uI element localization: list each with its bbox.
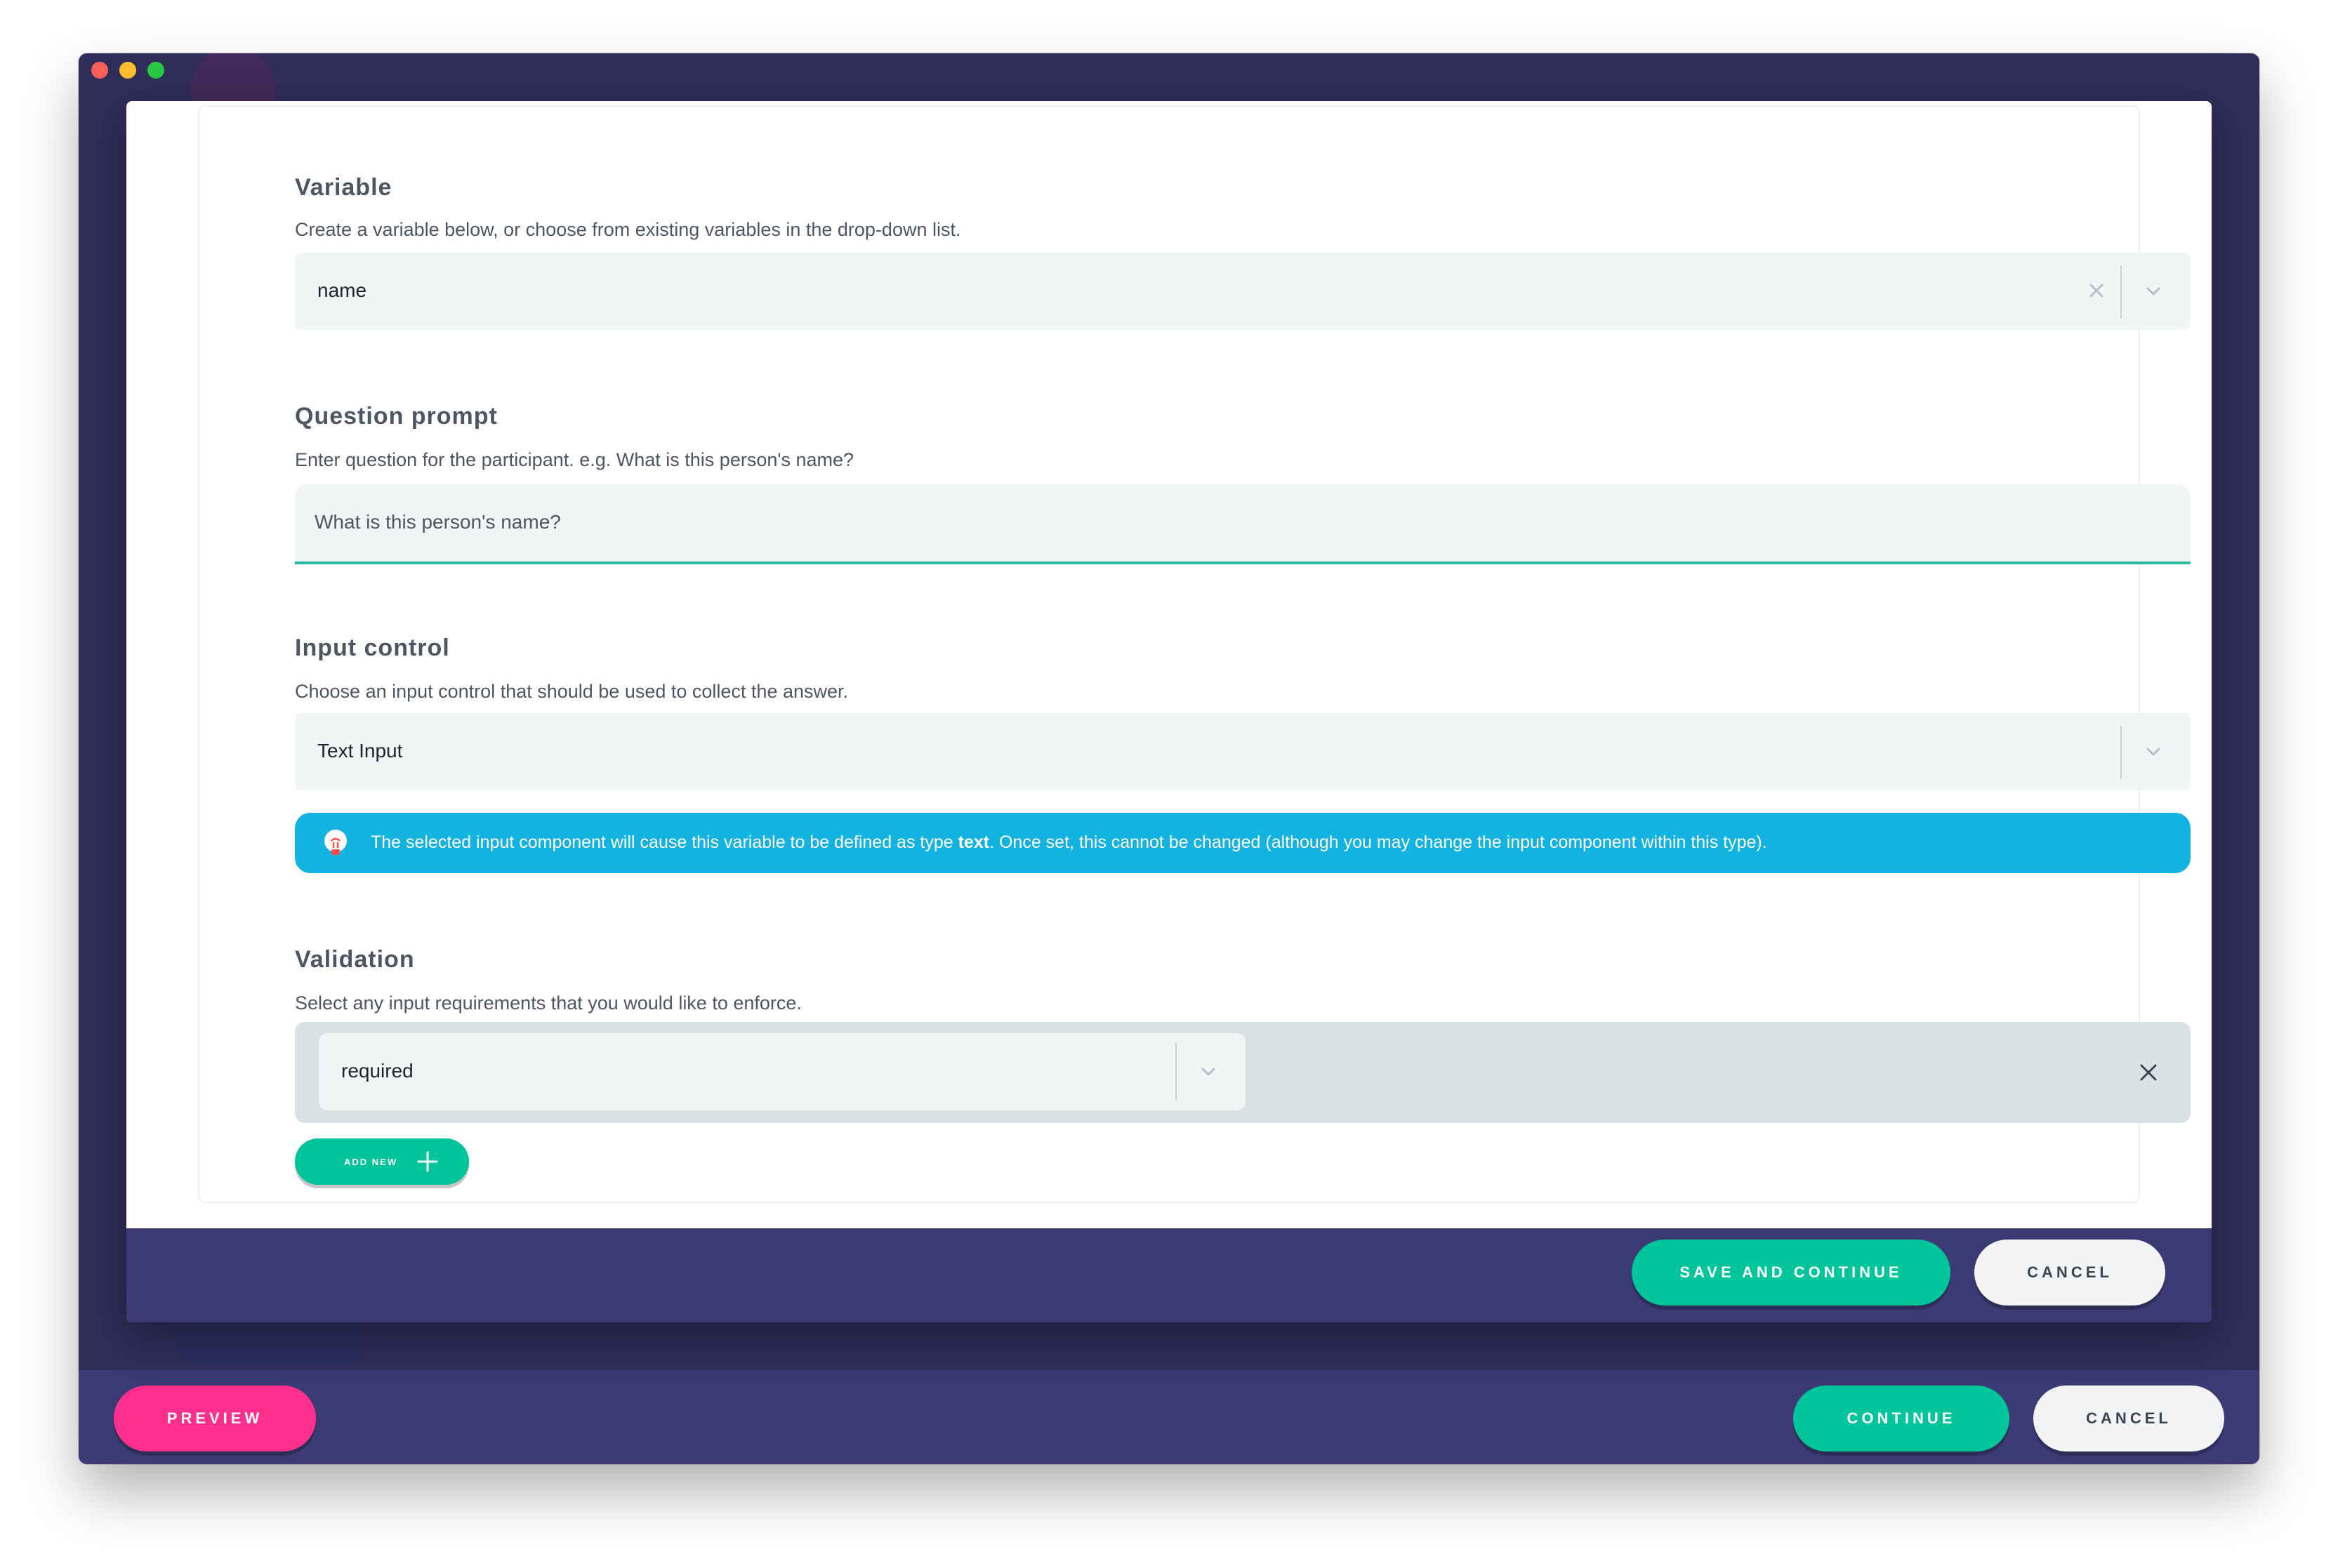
validation-rule-select[interactable]: required	[319, 1033, 1246, 1110]
chevron-down-icon[interactable]	[2144, 743, 2162, 761]
title-bar	[79, 53, 2259, 91]
minimize-window-button[interactable]	[119, 62, 136, 79]
validation-rule-row: required	[295, 1022, 2191, 1123]
cancel-button[interactable]: CANCEL	[2033, 1386, 2224, 1451]
maximize-window-button[interactable]	[147, 62, 164, 79]
variable-select[interactable]: name	[295, 253, 2191, 330]
select-separator	[1175, 1043, 1177, 1101]
edit-prompt-modal: Variable Create a variable below, or cho…	[126, 101, 2212, 1322]
modal-form-panel: Variable Create a variable below, or cho…	[198, 105, 2191, 1203]
input-control-title: Input control	[295, 634, 450, 661]
modal-cancel-button[interactable]: CANCEL	[1974, 1240, 2165, 1305]
input-control-description: Choose an input control that should be u…	[295, 681, 849, 702]
info-text-prefix: The selected input component will cause …	[371, 832, 958, 852]
continue-button[interactable]: CONTINUE	[1793, 1386, 2009, 1451]
chevron-down-icon[interactable]	[1199, 1063, 1217, 1081]
add-new-label: ADD NEW	[344, 1156, 398, 1167]
add-new-validation-button[interactable]: ADD NEW	[295, 1138, 469, 1185]
background-create-button	[177, 1317, 366, 1366]
clear-icon[interactable]	[2087, 281, 2106, 300]
validation-description: Select any input requirements that you w…	[295, 992, 802, 1014]
question-prompt-input[interactable]: What is this person's name?	[295, 484, 2191, 564]
variable-select-value: name	[317, 279, 367, 301]
question-prompt-title: Question prompt	[295, 403, 498, 430]
save-and-continue-button[interactable]: SAVE AND CONTINUE	[1632, 1240, 1950, 1305]
input-type-info-bar: The selected input component will cause …	[295, 813, 2191, 873]
info-text-suffix: . Once set, this cannot be changed (alth…	[989, 832, 1767, 852]
question-prompt-value: What is this person's name?	[315, 511, 561, 533]
chevron-down-icon[interactable]	[2144, 282, 2162, 300]
input-type-info-text: The selected input component will cause …	[371, 832, 1767, 853]
preview-button[interactable]: PREVIEW	[114, 1386, 316, 1451]
lightbulb-icon	[324, 830, 347, 855]
input-control-select[interactable]: Text Input	[295, 713, 2191, 790]
select-separator	[2120, 265, 2122, 319]
select-separator	[2120, 726, 2122, 779]
validation-rule-value: required	[341, 1060, 414, 1082]
plus-icon	[417, 1151, 438, 1172]
info-text-type: text	[958, 832, 990, 852]
close-window-button[interactable]	[91, 62, 108, 79]
variable-title: Variable	[295, 174, 392, 201]
input-control-value: Text Input	[317, 740, 403, 762]
validation-title: Validation	[295, 946, 415, 973]
question-prompt-description: Enter question for the participant. e.g.…	[295, 449, 854, 470]
close-icon[interactable]	[2137, 1061, 2160, 1084]
variable-description: Create a variable below, or choose from …	[295, 219, 961, 240]
